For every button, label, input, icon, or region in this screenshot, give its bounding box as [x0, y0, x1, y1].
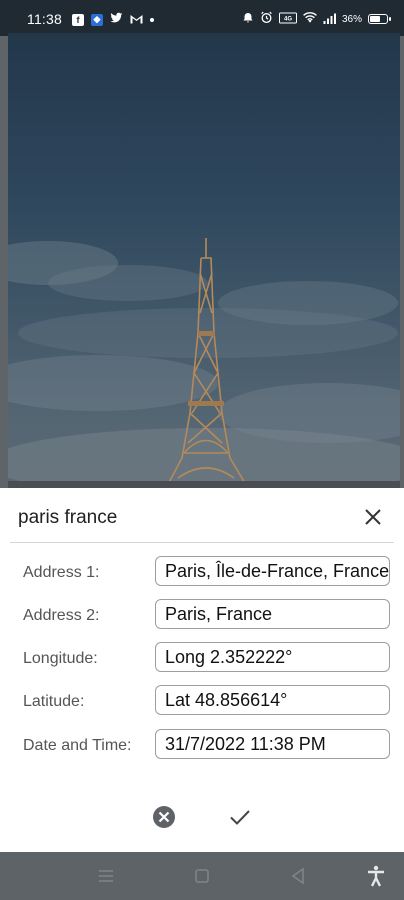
notification-dot — [150, 17, 154, 22]
wifi-icon — [303, 11, 317, 27]
back-icon[interactable] — [286, 864, 310, 888]
sheet-title: paris france — [18, 507, 118, 528]
status-right-icons: 4G 36% — [242, 11, 391, 27]
address-1-label: Address 1: — [23, 564, 100, 581]
close-icon[interactable] — [362, 506, 384, 528]
home-icon[interactable] — [190, 864, 214, 888]
address-1-field[interactable]: Paris, Île-de-France, France — [155, 556, 390, 586]
facebook-icon: f — [72, 13, 84, 26]
status-bar: 11:38 f ◆ 4G 36% — [0, 0, 404, 36]
address-2-label: Address 2: — [23, 607, 100, 624]
data-icon: 4G — [278, 12, 297, 27]
latitude-row: Latitude: Lat 48.856614° — [0, 685, 404, 717]
longitude-label: Longitude: — [23, 650, 98, 667]
date-time-field[interactable]: 31/7/2022 11:38 PM — [155, 729, 390, 759]
svg-text:4G: 4G — [284, 16, 292, 22]
latitude-label: Latitude: — [23, 693, 85, 710]
gmail-icon — [130, 12, 143, 27]
menu-icon[interactable] — [94, 864, 118, 888]
longitude-row: Longitude: Long 2.352222° — [0, 642, 404, 674]
accessibility-icon[interactable] — [364, 864, 388, 888]
address-2-field[interactable]: Paris, France — [155, 599, 390, 629]
address-1-row: Address 1: Paris, Île-de-France, France — [0, 556, 404, 588]
battery-percent: 36% — [341, 13, 362, 25]
cancel-icon[interactable] — [152, 805, 176, 829]
address-2-row: Address 2: Paris, France — [0, 599, 404, 631]
status-time: 11:38 — [27, 11, 62, 27]
signal-icon — [323, 12, 336, 27]
battery-icon — [368, 14, 391, 24]
date-time-label: Date and Time: — [23, 737, 132, 754]
check-icon[interactable] — [228, 805, 252, 829]
status-left-icons: f ◆ — [72, 12, 154, 27]
date-time-row: Date and Time: 31/7/2022 11:38 PM — [0, 729, 404, 761]
eiffel-tower-photo — [8, 33, 400, 488]
navigation-bar — [0, 852, 404, 900]
divider — [10, 542, 394, 543]
clock-icon — [260, 11, 273, 27]
longitude-field[interactable]: Long 2.352222° — [155, 642, 390, 672]
twitter-icon — [110, 12, 123, 27]
latitude-field[interactable]: Lat 48.856614° — [155, 685, 390, 715]
location-details-sheet: paris france Address 1: Paris, Île-de-Fr… — [0, 488, 404, 852]
alarm-icon — [242, 12, 254, 27]
messenger-icon: ◆ — [91, 13, 103, 26]
